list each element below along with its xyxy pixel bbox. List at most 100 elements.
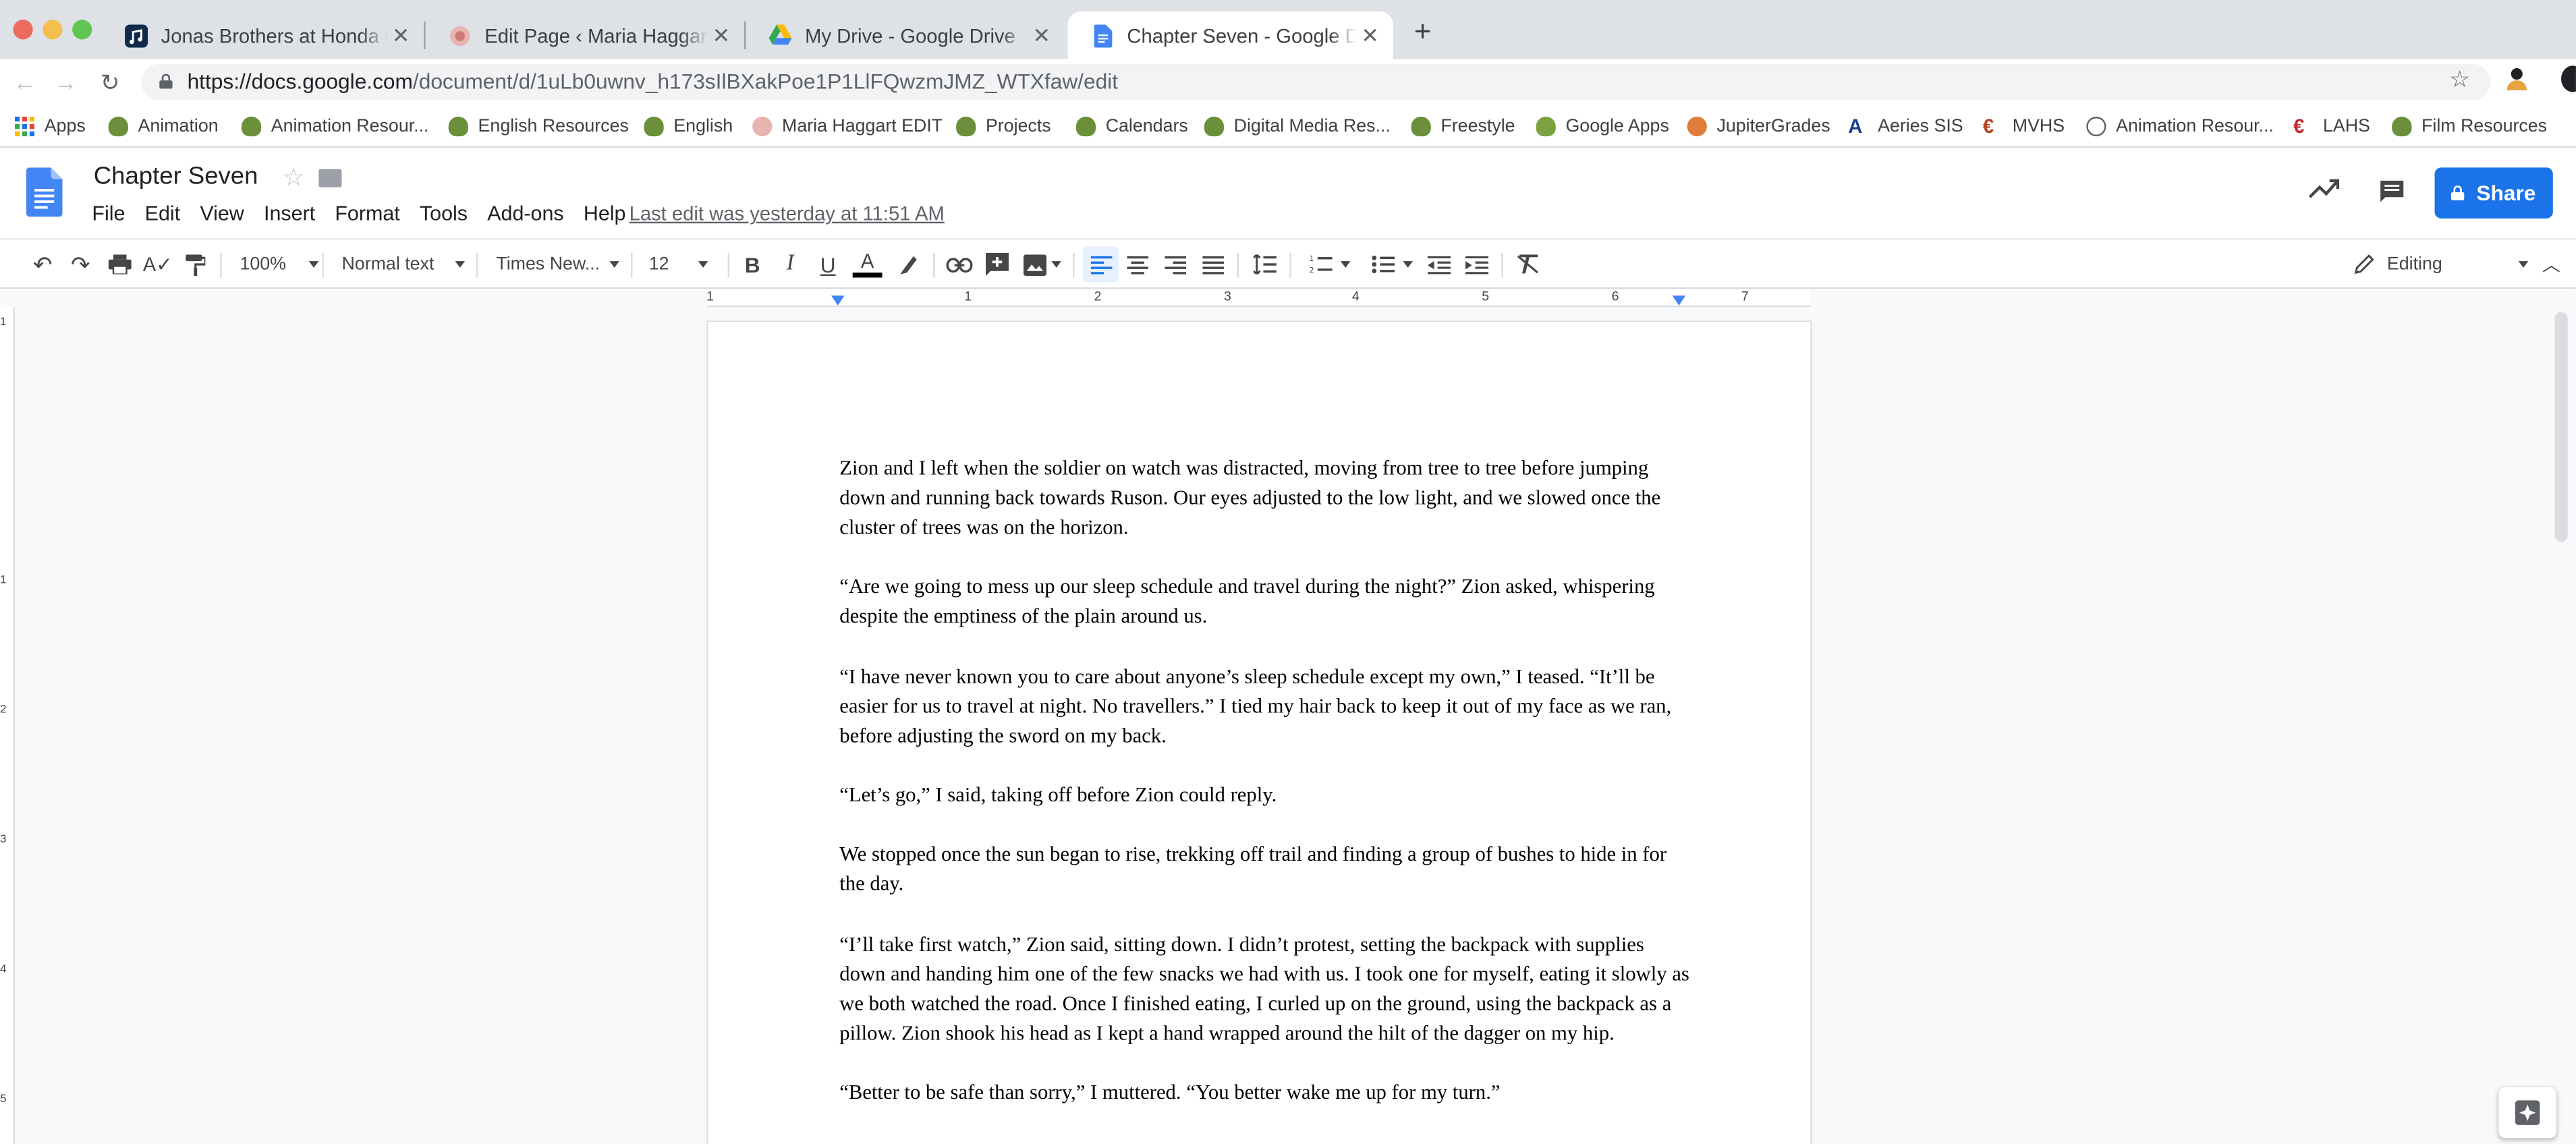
bookmark-english[interactable]: English bbox=[644, 112, 733, 142]
browser-tab-drive[interactable]: My Drive - Google Drive ✕ bbox=[746, 11, 1064, 59]
scrollbar-thumb[interactable] bbox=[2554, 312, 2568, 542]
address-bar[interactable]: https://docs.google.com/document/d/1uLb0… bbox=[141, 63, 2491, 101]
activity-trend-icon[interactable] bbox=[2308, 177, 2341, 200]
paragraph[interactable]: “I’ll take first watch,” Zion said, sitt… bbox=[839, 929, 1693, 1048]
menu-view[interactable]: View bbox=[200, 202, 244, 225]
left-indent-marker[interactable] bbox=[831, 295, 845, 306]
italic-icon[interactable]: I bbox=[774, 246, 807, 283]
add-comment-icon[interactable] bbox=[981, 246, 1014, 283]
lock-icon bbox=[2451, 185, 2465, 201]
justify-icon[interactable] bbox=[1196, 246, 1229, 283]
site-icon bbox=[752, 116, 773, 137]
browser-tab-docs[interactable]: Chapter Seven - Google Docs ✕ bbox=[1067, 11, 1393, 59]
document-body[interactable]: Zion and I left when the soldier on watc… bbox=[839, 453, 1693, 1137]
new-tab-button[interactable]: + bbox=[1408, 16, 1438, 46]
zoom-select[interactable]: 100% bbox=[240, 246, 319, 283]
menu-edit[interactable]: Edit bbox=[145, 202, 180, 225]
insert-image-icon[interactable] bbox=[1019, 246, 1065, 283]
font-family-select[interactable]: Times New... bbox=[496, 246, 620, 283]
font-size-select[interactable]: 12 bbox=[649, 246, 709, 283]
bookmark-film-resources[interactable]: Film Resources bbox=[2392, 112, 2547, 142]
browser-tab-jonas[interactable]: Jonas Brothers at Honda Center ✕ bbox=[102, 11, 424, 59]
bookmark-aeries[interactable]: A Aeries SIS bbox=[1848, 112, 1963, 142]
extension-icon[interactable] bbox=[2504, 65, 2530, 92]
close-tab-icon[interactable]: ✕ bbox=[1357, 22, 1383, 49]
menu-help[interactable]: Help bbox=[584, 202, 626, 225]
minimize-window-button[interactable] bbox=[43, 20, 63, 40]
bulleted-list-icon[interactable] bbox=[1364, 246, 1420, 283]
ruler-label: 1 bbox=[964, 289, 972, 304]
print-icon[interactable] bbox=[103, 246, 136, 283]
horizontal-ruler[interactable]: 1 1 2 3 4 5 6 7 bbox=[706, 289, 1811, 308]
clear-formatting-icon[interactable] bbox=[1511, 246, 1544, 283]
insert-link-icon[interactable] bbox=[943, 246, 976, 283]
document-page[interactable]: Zion and I left when the soldier on watc… bbox=[708, 322, 1811, 1144]
bookmark-animation-resources[interactable]: Animation Resour... bbox=[241, 112, 429, 142]
bookmark-freestyle[interactable]: Freestyle bbox=[1411, 112, 1515, 142]
right-indent-marker[interactable] bbox=[1672, 295, 1686, 306]
menu-addons[interactable]: Add-ons bbox=[487, 202, 563, 225]
bookmark-maria-haggart-edit[interactable]: Maria Haggart EDIT bbox=[752, 112, 943, 142]
text-color-icon[interactable]: A bbox=[851, 246, 884, 283]
undo-icon[interactable]: ↶ bbox=[26, 246, 59, 283]
align-left-icon[interactable] bbox=[1082, 246, 1119, 283]
paragraph[interactable]: We stopped once the sun began to rise, t… bbox=[839, 840, 1693, 899]
browser-tab-wordpress[interactable]: Edit Page ‹ Maria Haggart — WordPress ✕ bbox=[426, 11, 744, 59]
align-right-icon[interactable] bbox=[1158, 246, 1192, 283]
numbered-list-icon[interactable]: 12 bbox=[1301, 246, 1357, 283]
svg-text:1: 1 bbox=[1308, 254, 1313, 263]
underline-icon[interactable]: U bbox=[812, 246, 845, 283]
forward-icon[interactable]: → bbox=[51, 67, 80, 97]
bookmark-projects[interactable]: Projects bbox=[956, 112, 1051, 142]
paragraph[interactable]: Zion and I left when the soldier on watc… bbox=[839, 453, 1693, 542]
close-tab-icon[interactable]: ✕ bbox=[708, 22, 734, 49]
bookmark-google-apps[interactable]: Google Apps bbox=[1536, 112, 1669, 142]
bookmark-animation-resources-2[interactable]: Animation Resour... bbox=[2086, 112, 2274, 142]
paragraph[interactable]: “I have never known you to care about an… bbox=[839, 661, 1693, 750]
editing-mode-select[interactable]: Editing bbox=[2354, 246, 2528, 283]
bookmark-animation[interactable]: Animation bbox=[108, 112, 219, 142]
decrease-indent-icon[interactable] bbox=[1423, 246, 1456, 283]
explore-button[interactable] bbox=[2498, 1087, 2556, 1139]
folder-icon[interactable] bbox=[318, 169, 342, 188]
redo-icon[interactable]: ↷ bbox=[64, 246, 97, 283]
spellcheck-icon[interactable]: A✓ bbox=[141, 246, 174, 283]
vertical-ruler[interactable]: 1 1 2 3 4 5 bbox=[0, 307, 15, 1144]
paragraph-style-select[interactable]: Normal text bbox=[341, 246, 466, 283]
menu-tools[interactable]: Tools bbox=[420, 202, 468, 225]
menu-insert[interactable]: Insert bbox=[264, 202, 315, 225]
maximize-window-button[interactable] bbox=[72, 20, 92, 40]
back-icon[interactable]: ← bbox=[10, 67, 40, 97]
paint-format-icon[interactable] bbox=[179, 246, 212, 283]
close-window-button[interactable] bbox=[13, 20, 33, 40]
bookmark-jupitergrades[interactable]: JupiterGrades bbox=[1687, 112, 1830, 142]
bookmark-apps[interactable]: Apps bbox=[14, 112, 86, 142]
align-center-icon[interactable] bbox=[1121, 246, 1154, 283]
bookmark-digital-media[interactable]: Digital Media Res... bbox=[1204, 112, 1391, 142]
line-spacing-icon[interactable] bbox=[1249, 246, 1282, 283]
menu-file[interactable]: File bbox=[92, 202, 125, 225]
bookmark-english-resources[interactable]: English Resources bbox=[448, 112, 629, 142]
share-button[interactable]: Share bbox=[2434, 167, 2553, 219]
menu-format[interactable]: Format bbox=[335, 202, 399, 225]
last-edit-link[interactable]: Last edit was yesterday at 11:51 AM bbox=[629, 202, 945, 225]
aeries-icon: A bbox=[1848, 115, 1863, 138]
paragraph[interactable]: “Are we going to mess up our sleep sched… bbox=[839, 572, 1693, 631]
bookmark-calendars[interactable]: Calendars bbox=[1075, 112, 1188, 142]
bookmark-star-icon[interactable]: ☆ bbox=[2449, 65, 2470, 93]
reload-icon[interactable]: ↻ bbox=[95, 67, 125, 97]
google-docs-logo-icon[interactable] bbox=[26, 167, 63, 217]
bookmark-mvhs[interactable]: € MVHS bbox=[1983, 112, 2065, 142]
close-tab-icon[interactable]: ✕ bbox=[388, 22, 414, 49]
highlight-color-icon[interactable] bbox=[892, 246, 925, 283]
close-tab-icon[interactable]: ✕ bbox=[1028, 22, 1055, 49]
paragraph[interactable]: “Let’s go,” I said, taking off before Zi… bbox=[839, 780, 1693, 810]
star-icon[interactable]: ☆ bbox=[283, 163, 305, 192]
increase-indent-icon[interactable] bbox=[1461, 246, 1494, 283]
collapse-menus-icon[interactable]: ︿ bbox=[2535, 246, 2568, 283]
bold-icon[interactable]: B bbox=[736, 246, 769, 283]
comment-icon[interactable] bbox=[2379, 179, 2405, 202]
bookmark-lahs[interactable]: € LAHS bbox=[2293, 112, 2370, 142]
paragraph[interactable]: “Better to be safe than sorry,” I mutter… bbox=[839, 1077, 1693, 1107]
document-title[interactable]: Chapter Seven bbox=[94, 163, 258, 190]
